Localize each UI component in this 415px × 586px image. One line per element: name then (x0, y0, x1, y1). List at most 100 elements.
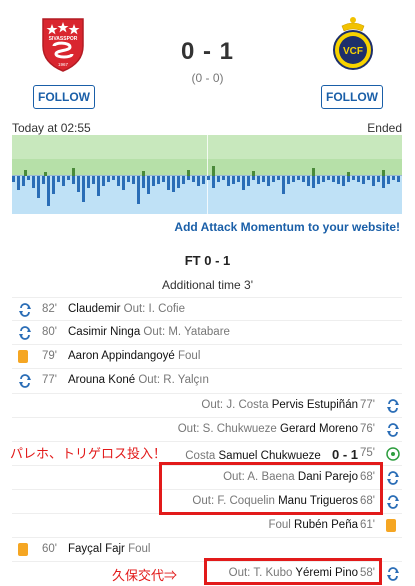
momentum-bar (342, 176, 345, 186)
yellow-card-icon (18, 543, 28, 556)
momentum-bar (62, 176, 65, 186)
momentum-bar (332, 176, 335, 182)
momentum-bar (237, 176, 240, 182)
momentum-bar (157, 176, 160, 184)
momentum-bar (297, 176, 300, 180)
event-score: 0 - 1 (331, 447, 358, 462)
momentum-bar (12, 176, 15, 182)
momentum-bar (202, 176, 205, 184)
momentum-bar (82, 176, 85, 202)
momentum-bar (182, 176, 185, 184)
momentum-bar (357, 176, 360, 182)
substitution-icon (18, 303, 32, 320)
event-player[interactable]: Claudemir (68, 303, 120, 315)
substitution-icon (386, 423, 400, 440)
momentum-bar (257, 176, 260, 184)
timeline-row[interactable]: 77' Arouna Koné Out: R. Yalçın (12, 368, 402, 391)
event-detail: Foul (178, 350, 201, 362)
event-detail: Foul (128, 543, 151, 555)
momentum-bar (322, 176, 325, 182)
momentum-bar (187, 176, 190, 180)
momentum-bar (312, 176, 315, 188)
momentum-bar (77, 176, 80, 192)
momentum-bar (127, 176, 130, 182)
event-player[interactable]: Arouna Koné (68, 374, 135, 386)
annotation-kubo: 久保交代⇒ (112, 568, 178, 583)
momentum-bar (217, 176, 220, 182)
momentum-bar (112, 176, 115, 180)
event-player[interactable]: Fayçal Fajr (68, 543, 125, 555)
event-detail: Out: S. Chukwueze (177, 423, 277, 435)
yellow-card-icon (18, 350, 28, 363)
momentum-bar (232, 176, 235, 184)
momentum-bar (362, 176, 365, 184)
timeline-row[interactable]: Out: J. Costa Pervis Estupiñán 77' (12, 393, 402, 416)
attack-momentum-graph[interactable] (12, 135, 402, 214)
momentum-bar (312, 168, 315, 176)
momentum-bar (367, 176, 370, 180)
momentum-bar (57, 176, 60, 182)
event-player[interactable]: Pervis Estupiñán (272, 399, 358, 411)
match-score: 0 - 1 (180, 38, 235, 65)
annotation-box-parejo-trigueros (159, 462, 383, 515)
event-detail: Out: M. Yatabare (143, 326, 230, 338)
add-momentum-link[interactable]: Add Attack Momentum to your website! (0, 220, 400, 234)
timeline-row[interactable]: Foul Rubén Peña 61' (12, 513, 402, 536)
momentum-bar (167, 176, 170, 190)
timeline-row[interactable]: 60' Fayçal Fajr Foul (12, 537, 402, 560)
momentum-bar (92, 176, 95, 184)
event-detail: Out: J. Costa (201, 399, 269, 411)
kickoff-time: Today at 02:55 (12, 121, 91, 135)
follow-away-button[interactable]: FOLLOW (321, 85, 383, 109)
event-player[interactable]: Gerard Moreno (280, 423, 358, 435)
event-detail: Out: I. Cofie (123, 303, 185, 315)
substitution-icon (386, 471, 400, 488)
timeline-row[interactable]: 79' Aaron Appindangoyé Foul (12, 344, 402, 367)
momentum-bar (102, 176, 105, 186)
momentum-bar (317, 176, 320, 184)
momentum-bar (44, 172, 47, 176)
momentum-bar (337, 176, 340, 184)
momentum-bar (287, 176, 290, 184)
momentum-bar (27, 176, 30, 180)
timeline-row[interactable]: Out: S. Chukwueze Gerard Moreno 76' (12, 417, 402, 440)
match-status: Ended (367, 121, 402, 135)
momentum-bar (262, 176, 265, 182)
substitution-icon (386, 399, 400, 416)
momentum-bar (22, 176, 25, 186)
momentum-bar (387, 176, 390, 184)
event-minute: 79' (42, 350, 57, 362)
substitution-icon (18, 326, 32, 343)
momentum-bar (24, 170, 27, 176)
annotation-box-kubo (204, 558, 382, 585)
momentum-bar (277, 176, 280, 180)
yellow-card-icon (386, 519, 396, 532)
momentum-bar (192, 176, 195, 182)
momentum-bar (212, 166, 215, 176)
timeline-row[interactable]: 82' Claudemir Out: I. Cofie (12, 297, 402, 320)
momentum-bar (347, 172, 350, 176)
momentum-bar (87, 176, 90, 188)
momentum-bar (67, 176, 70, 180)
momentum-bar (32, 176, 35, 188)
goal-icon (386, 447, 400, 464)
event-player[interactable]: Samuel Chukwueze (219, 450, 321, 462)
momentum-bar (132, 176, 135, 184)
momentum-bar (72, 168, 75, 176)
annotation-parejo-trigueros: パレホ、トリゲロス投入！ (10, 446, 167, 461)
event-player[interactable]: Aaron Appindangoyé (68, 350, 175, 362)
event-player[interactable]: Casimir Ninga (68, 326, 140, 338)
timeline-row[interactable]: 80' Casimir Ninga Out: M. Yatabare (12, 320, 402, 343)
follow-home-button[interactable]: FOLLOW (33, 85, 95, 109)
event-player[interactable]: Rubén Peña (294, 519, 358, 531)
momentum-bar (307, 176, 310, 186)
momentum-bar (242, 176, 245, 190)
momentum-bar (372, 176, 375, 186)
event-minute: 76' (360, 423, 375, 435)
momentum-bar (142, 171, 145, 176)
momentum-bar (267, 176, 270, 186)
event-detail: Costa (185, 450, 216, 462)
momentum-bar (107, 176, 110, 182)
momentum-bar (247, 176, 250, 186)
momentum-bar (162, 176, 165, 182)
